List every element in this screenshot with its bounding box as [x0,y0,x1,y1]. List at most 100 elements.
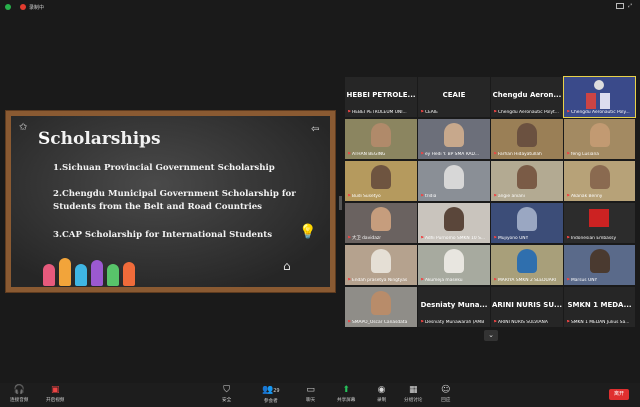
video-tile[interactable]: ARINI NURIS SU... ⚑ARINI NURIS SULVIANA [491,287,563,327]
lightbulb-icon: 💡 [299,224,317,240]
logo-icon [594,80,604,90]
tile-name: ARINI NURIS SU... [491,301,563,309]
audio-label: 连接音频 [10,398,29,403]
chalkboard: ✩ ⇦ 💡 ⌂ Scholarships 1.Sichuan Provincia… [11,116,330,287]
tile-caption: ⚑feng Lusiana [566,152,599,157]
participant-video [444,249,464,273]
chat-button[interactable]: ▭ 聊天 [306,385,315,403]
shield-icon[interactable] [5,4,11,10]
participants-count: 29 [273,388,280,394]
video-off-icon: ▣ [50,385,60,395]
tile-caption: ⚑ey Hedi Y. BP SMA RAD... [420,152,480,157]
tile-caption: ⚑Mujiyono UNY [493,236,529,241]
participant-video [589,123,610,147]
view-controls[interactable]: ⤢ [615,3,632,9]
tile-caption: ⚑大卫 davidazr [347,236,381,241]
tile-caption: ⚑Marsus UNY [566,278,598,283]
tile-caption: ⚑CEAIE [420,110,438,115]
participant-video [517,165,537,189]
participant-video [371,207,391,231]
tile-caption: ⚑Akumeja maseku [420,278,463,283]
video-tile[interactable]: CEAIE ⚑CEAIE [418,77,490,117]
participant-video [517,123,537,147]
participant-video [517,207,537,231]
speaker-figure [600,93,610,109]
video-tile[interactable]: ⚑Mujiyono UNY [491,203,563,243]
flag-graphic [589,209,609,227]
gallery-view-icon[interactable] [615,3,624,9]
video-tile[interactable]: Chengdu Aeron... ⚑Chengdu Aeronautic Pol… [491,77,563,117]
video-tile[interactable]: ⚑feng Lusiana [564,119,635,159]
video-tile[interactable]: ⚑tridia [418,161,490,201]
video-tile[interactable]: ⚑angie aniani [491,161,563,201]
video-tile[interactable]: ⚑MARIYA SMKN 2 SLEDUARI [491,245,563,285]
tile-caption: ⚑Adhi Purnomo SMKN 10 S... [420,236,486,241]
participant-video [371,123,391,147]
leave-button[interactable]: 离开 [609,389,629,400]
reactions-label: 回应 [441,398,451,403]
participant-video [517,249,537,273]
video-tile[interactable]: ⚑Akumeja maseku [418,245,490,285]
tile-caption: ⚑tridia [420,194,437,199]
tile-caption: ⚑Akanak Benny [566,194,603,199]
meeting-topbar: 录制中 ⤢ [0,0,640,14]
record-button[interactable]: ◉ 录制 [377,385,386,403]
tile-caption: ⚑Budi Susetyo [347,194,381,199]
participants-icon: 👥29 [262,385,280,395]
tile-caption: ⚑ARINI NURIS SULVIANA [493,320,548,325]
star-icon: ✩ [19,122,28,133]
video-button[interactable]: ▣ 开启视频 [46,385,64,403]
video-tile[interactable]: ⚑Marsus UNY [564,245,635,285]
tile-caption: ⚑SMKN 1 MEDAN Julius Sa... [566,320,630,325]
video-tile[interactable]: HEBEI PETROLE... ⚑HEBEI PETROLEUM UNI... [345,77,417,117]
tile-caption: ⚑MARIYA SMKN 2 SLEDUARI [493,278,557,283]
tile-caption: ⚑HEBEI PETROLEUM UNI... [347,110,407,115]
tile-name: SMKN 1 MEDA... [567,301,632,309]
speaker-figure [586,93,596,109]
slide-item-2: 2.Chengdu Municipal Government Scholarsh… [53,189,296,212]
participants-button[interactable]: 👥29 参会者 [262,385,280,404]
video-tile[interactable]: ⚑ey Hedi Y. BP SMA RAD... [418,119,490,159]
video-tile[interactable]: SMKN 1 MEDA... ⚑SMKN 1 MEDAN Julius Sa..… [564,287,635,327]
breakout-label: 分组讨论 [404,398,423,403]
video-tile[interactable]: ⚑Indonesian Embassy [564,203,635,243]
security-button[interactable]: ⛉ 安全 [222,385,231,403]
shield-icon: ⛉ [223,385,230,395]
chat-label: 聊天 [306,398,316,403]
reactions-button[interactable]: ☺ 回应 [441,385,450,403]
tile-caption: ⚑Endah prasetya Ningtyas [347,278,408,283]
video-tile[interactable]: ⚑Adhi Purnomo SMKN 10 S... [418,203,490,243]
smiley-icon: ☺ [441,385,451,395]
splitter-handle[interactable] [339,196,342,210]
video-tile[interactable]: ⚑Farhan Hidayatullah [491,119,563,159]
arrow-icon: ⇦ [311,124,320,135]
participants-label: 参会者 [263,399,278,404]
tile-caption: ⚑Desniaty Munawarah (AMB [420,320,485,325]
tile-name: Chengdu Aeron... [492,91,562,99]
video-tile[interactable]: ⚑Budi Susetyo [345,161,417,201]
participant-video [589,165,610,189]
share-screen-button[interactable]: ⬆ 共享屏幕 [337,385,355,403]
breakout-icon: ▦ [408,385,418,395]
participant-video [444,207,464,231]
children-illustration [43,252,173,287]
tile-caption: ⚑Farhan Hidayatullah [493,152,542,157]
video-tile[interactable]: ⚑大卫 davidazr [345,203,417,243]
video-tile[interactable]: ⚑ATHAN BEGING [345,119,417,159]
video-tile[interactable]: ⚑Akanak Benny [564,161,635,201]
breakout-button[interactable]: ▦ 分组讨论 [404,385,422,403]
tile-caption: ⚑ATHAN BEGING [347,152,386,157]
video-tile-active-speaker[interactable]: ⚑Chengdu Aeronautic Poly... [563,76,636,118]
video-tile[interactable]: Desniaty Muna... ⚑Desniaty Munawarah (AM… [418,287,490,327]
video-tile[interactable]: ⚑SMAPO_Oscar Canasdata [345,287,417,327]
participant-video [444,165,464,189]
tile-caption: ⚑Chengdu Aeronautic Polyt... [493,110,559,115]
chevron-down-icon[interactable]: ⌄ [484,330,498,341]
audio-button[interactable]: 🎧 连接音频 [10,385,28,403]
security-label: 安全 [222,398,232,403]
fullscreen-icon[interactable]: ⤢ [628,3,632,9]
headphones-icon: 🎧 [13,385,25,395]
video-tile[interactable]: ⚑Endah prasetya Ningtyas [345,245,417,285]
share-label: 共享屏幕 [337,398,356,403]
shared-slide: ✩ ⇦ 💡 ⌂ Scholarships 1.Sichuan Provincia… [5,110,336,293]
